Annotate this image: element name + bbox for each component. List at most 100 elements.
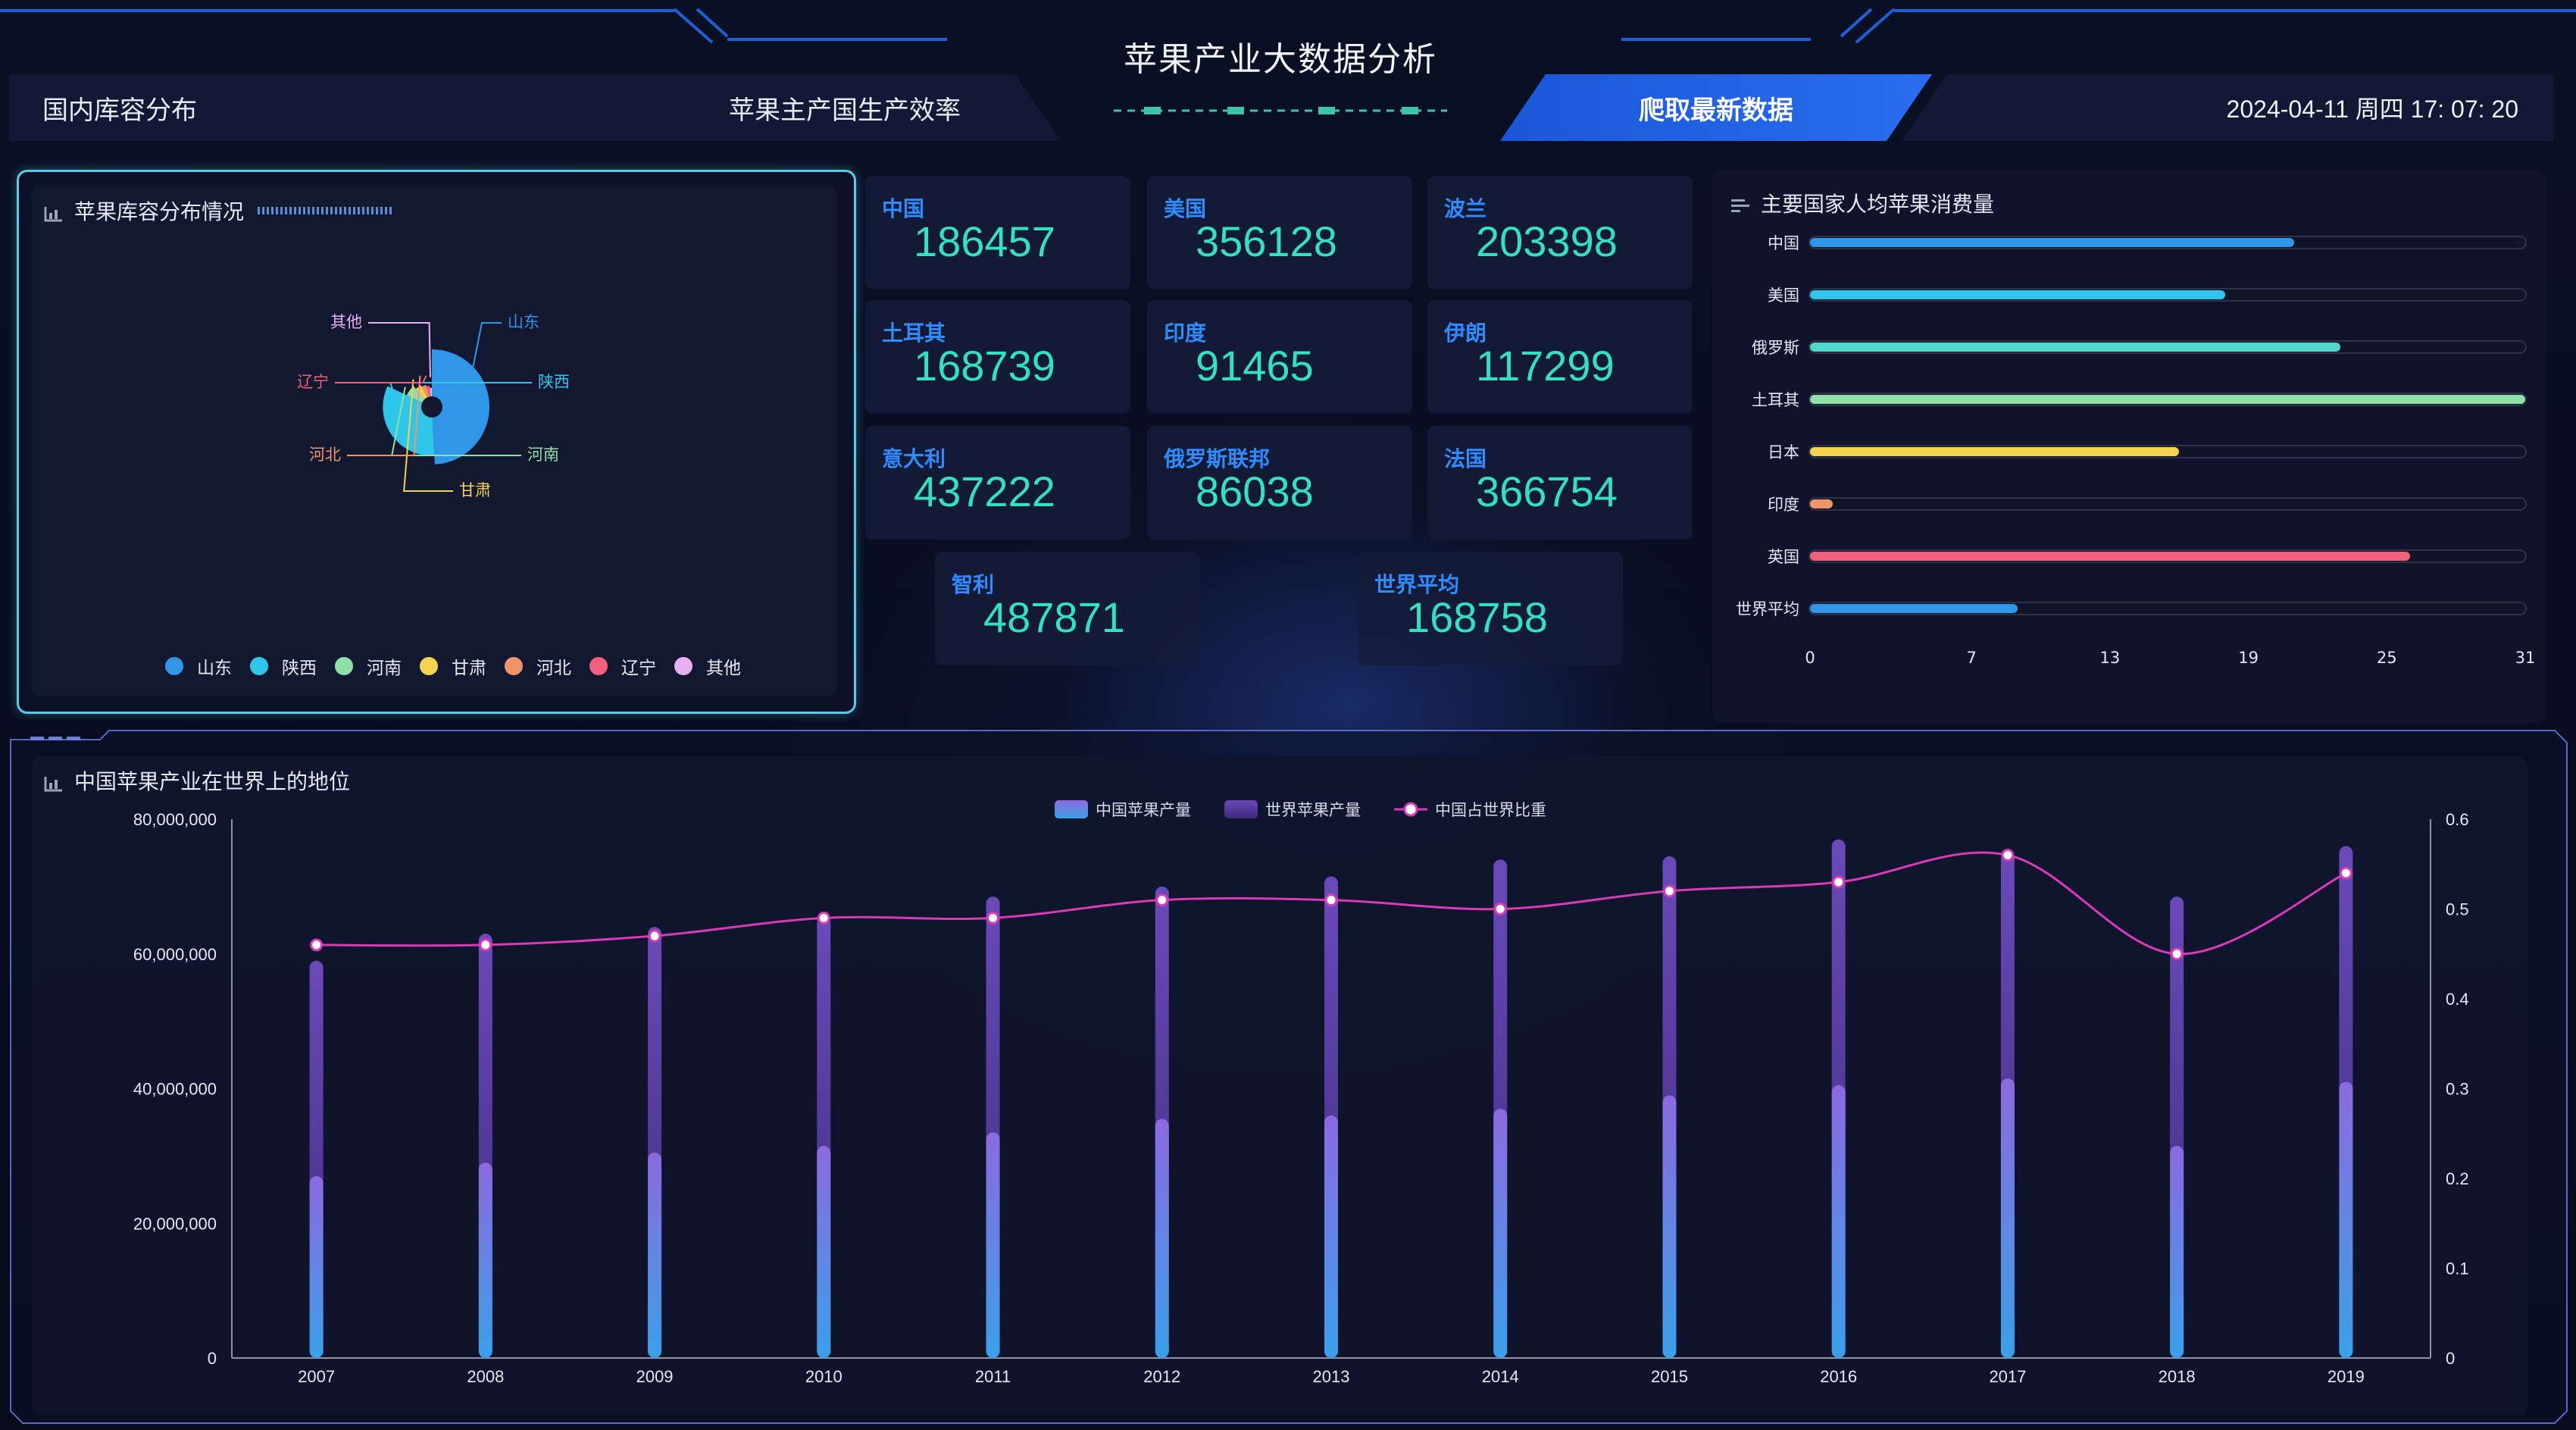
y2-tick-label: 0.1 bbox=[2446, 1259, 2469, 1278]
ratio-point-2016[interactable] bbox=[1832, 875, 1846, 889]
legend-dot bbox=[250, 657, 268, 675]
stat-card-意大利: 意大利 437222 bbox=[865, 426, 1130, 540]
stat-card-美国: 美国 356128 bbox=[1147, 176, 1412, 289]
bar-china-2018[interactable] bbox=[2170, 1146, 2184, 1358]
ratio-point-2019[interactable] bbox=[2339, 866, 2352, 880]
legend-dot bbox=[589, 657, 608, 675]
bar-label: 世界平均 bbox=[1736, 600, 1799, 618]
bar-china-2008[interactable] bbox=[478, 1162, 492, 1358]
bar-fill-印度[interactable] bbox=[1810, 499, 1834, 508]
world-legend-item-1[interactable]: 世界苹果产量 bbox=[1224, 800, 1361, 819]
ratio-point-2015[interactable] bbox=[1662, 884, 1676, 898]
datetime: 2024-04-11 周四 17: 07: 20 bbox=[2226, 95, 2518, 123]
tab-production-efficiency[interactable]: 苹果主产国生产效率 bbox=[629, 74, 1061, 141]
ratio-point-2008[interactable] bbox=[479, 938, 492, 952]
bar-fill-俄罗斯[interactable] bbox=[1810, 343, 2341, 352]
bar-china-2013[interactable] bbox=[1324, 1116, 1338, 1358]
x-tick-label: 0 bbox=[1805, 649, 1815, 667]
bar-row-土耳其: 土耳其 bbox=[1727, 391, 2527, 409]
stat-card-俄罗斯联邦: 俄罗斯联邦 86038 bbox=[1147, 426, 1412, 540]
stat-value: 437222 bbox=[914, 468, 1055, 515]
ratio-point-2011[interactable] bbox=[986, 911, 1000, 925]
ratio-point-2017[interactable] bbox=[2001, 848, 2015, 862]
stat-value: 168758 bbox=[1406, 593, 1548, 641]
bar-label: 日本 bbox=[1768, 443, 1799, 462]
legend-item-河北[interactable]: 河北 bbox=[505, 653, 571, 679]
bar-china-2014[interactable] bbox=[1493, 1109, 1508, 1358]
bar-fill-美国[interactable] bbox=[1810, 290, 2226, 299]
bar-fill-土耳其[interactable] bbox=[1810, 395, 2525, 404]
header-slash-right bbox=[1840, 8, 1896, 44]
ratio-point-2013[interactable] bbox=[1324, 893, 1338, 907]
bar-row-日本: 日本 bbox=[1727, 443, 2527, 462]
bar-fill-英国[interactable] bbox=[1810, 552, 2410, 561]
legend-dot bbox=[505, 657, 523, 675]
y2-tick-label: 0.2 bbox=[2446, 1169, 2469, 1188]
svg-text:世界苹果产量: 世界苹果产量 bbox=[1265, 802, 1361, 819]
world-legend-item-2[interactable]: 中国占世界比重 bbox=[1394, 802, 1546, 819]
pie-slice-山东[interactable] bbox=[432, 349, 489, 465]
bar-fill-日本[interactable] bbox=[1810, 447, 2180, 456]
legend-dot bbox=[335, 657, 353, 675]
legend-item-辽宁[interactable]: 辽宁 bbox=[589, 653, 656, 679]
legend-label: 山东 bbox=[197, 659, 232, 678]
y2-tick-label: 0.3 bbox=[2446, 1080, 2469, 1099]
x-tick-label: 2009 bbox=[636, 1367, 674, 1386]
x-tick-label: 2018 bbox=[2159, 1367, 2196, 1386]
ratio-point-2010[interactable] bbox=[817, 911, 830, 925]
world-combo-chart: 0 20,000,000 40,000,000 60,000,000 80,000,00… bbox=[133, 800, 2469, 1386]
header-line-left bbox=[0, 9, 674, 12]
legend-label: 河北 bbox=[536, 659, 571, 678]
y-tick-label: 80,000,000 bbox=[133, 810, 217, 829]
legend-dot bbox=[674, 657, 692, 675]
fetch-data-button[interactable]: 爬取最新数据 bbox=[1500, 74, 1932, 141]
legend-item-陕西[interactable]: 陕西 bbox=[250, 653, 317, 679]
legend-item-河南[interactable]: 河南 bbox=[335, 653, 402, 679]
legend-label: 陕西 bbox=[282, 659, 317, 678]
stat-card-中国: 中国 186457 bbox=[865, 176, 1130, 289]
bar-row-中国: 中国 bbox=[1727, 234, 2527, 252]
tab-inventory-distribution[interactable]: 国内库容分布 bbox=[9, 74, 676, 141]
bar-china-2016[interactable] bbox=[1831, 1085, 1846, 1358]
ratio-point-2014[interactable] bbox=[1493, 903, 1507, 915]
ratio-point-2012[interactable] bbox=[1155, 893, 1169, 907]
stat-value: 203398 bbox=[1476, 217, 1618, 265]
ratio-point-2007[interactable] bbox=[310, 938, 324, 952]
ratio-point-2018[interactable] bbox=[2170, 947, 2184, 961]
world-legend-item-0[interactable]: 中国苹果产量 bbox=[1055, 800, 1191, 819]
bar-china-2012[interactable] bbox=[1155, 1119, 1169, 1358]
bar-label: 中国 bbox=[1768, 234, 1799, 252]
bar-fill-世界平均[interactable] bbox=[1810, 604, 2018, 613]
pie-leader-line bbox=[368, 322, 431, 377]
header-line-right bbox=[1894, 9, 2576, 12]
bar-china-2019[interactable] bbox=[2339, 1081, 2353, 1358]
legend-item-甘肃[interactable]: 甘肃 bbox=[420, 653, 486, 679]
legend-item-山东[interactable]: 山东 bbox=[165, 653, 232, 679]
pie-label-其他: 其他 bbox=[330, 314, 362, 331]
svg-text:中国苹果产量: 中国苹果产量 bbox=[1096, 802, 1191, 819]
bar-label: 美国 bbox=[1768, 286, 1799, 305]
inventory-panel-title: 苹果库容分布情况 bbox=[44, 196, 395, 226]
x-tick-label: 13 bbox=[2099, 649, 2121, 667]
stat-card-智利: 智利 487871 bbox=[935, 552, 1200, 665]
x-tick-label: 31 bbox=[2515, 649, 2536, 667]
bar-china-2007[interactable] bbox=[309, 1176, 324, 1358]
stat-card-印度: 印度 91465 bbox=[1147, 300, 1412, 414]
bar-china-2017[interactable] bbox=[2000, 1078, 2015, 1358]
bar-china-2011[interactable] bbox=[986, 1132, 1000, 1358]
bar-fill-中国[interactable] bbox=[1810, 238, 2295, 247]
legend-item-其他[interactable]: 其他 bbox=[674, 653, 741, 679]
x-tick-label: 2017 bbox=[1989, 1367, 2026, 1386]
stat-value: 91465 bbox=[1196, 342, 1314, 390]
ratio-point-2009[interactable] bbox=[648, 929, 661, 943]
legend-dot bbox=[165, 657, 183, 675]
bar-label: 印度 bbox=[1768, 496, 1799, 514]
bar-china-2010[interactable] bbox=[817, 1146, 831, 1358]
stat-value: 168739 bbox=[914, 342, 1055, 390]
y2-tick-label: 0 bbox=[2446, 1349, 2455, 1368]
y2-tick-label: 0.4 bbox=[2446, 990, 2469, 1009]
bar-china-2015[interactable] bbox=[1662, 1095, 1677, 1358]
bar-china-2009[interactable] bbox=[648, 1152, 662, 1358]
inventory-title-text: 苹果库容分布情况 bbox=[74, 199, 245, 224]
fetch-data-label: 爬取最新数据 bbox=[1639, 95, 1793, 126]
